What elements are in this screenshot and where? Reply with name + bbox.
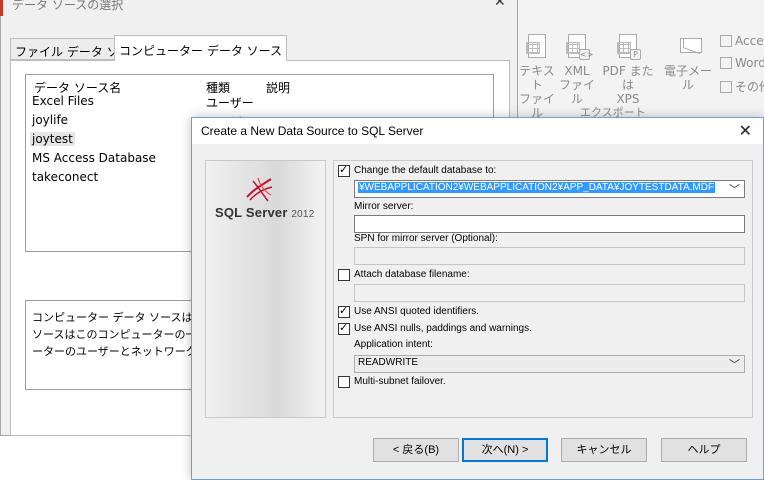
rib-label-top: PDF または bbox=[602, 64, 654, 92]
create-data-source-dialog: Create a New Data Source to SQL Server ✕… bbox=[191, 117, 764, 480]
help-button[interactable]: ヘルプ bbox=[661, 438, 747, 462]
dialog-title-bar: Create a New Data Source to SQL Server ✕ bbox=[192, 118, 763, 144]
list-item-name: joylife bbox=[32, 113, 69, 127]
chevron-down-icon[interactable]: ﹀ bbox=[729, 181, 740, 197]
app-intent-value: READWRITE bbox=[358, 357, 418, 368]
rib-small-label: その他 bbox=[735, 80, 764, 94]
export-other-button[interactable]: その他 bbox=[720, 78, 764, 95]
change-default-db-checkbox[interactable] bbox=[338, 163, 350, 177]
export-word-button[interactable]: Word bbox=[720, 56, 764, 70]
rib-label-top: XML bbox=[564, 64, 590, 78]
export-access-button[interactable]: Acce bbox=[720, 34, 764, 48]
settings-panel: Change the default database to: ¥WEBAPPL… bbox=[333, 160, 753, 418]
list-item-selected[interactable]: joytest bbox=[30, 132, 75, 146]
attach-db-checkbox[interactable] bbox=[338, 269, 350, 281]
attach-db-input[interactable] bbox=[354, 284, 745, 302]
column-header-description[interactable]: 説明 bbox=[266, 79, 290, 96]
back-button[interactable]: < 戻る(B) bbox=[373, 438, 459, 462]
back-dialog-title: データ ソースの選択 bbox=[12, 0, 124, 12]
export-email-button[interactable]: 電子メール bbox=[660, 32, 716, 92]
next-button[interactable]: 次へ(N) > bbox=[462, 438, 548, 462]
ansi-nulls-checkbox[interactable] bbox=[338, 321, 350, 335]
logo-brand: SQL Server bbox=[215, 205, 288, 220]
close-icon[interactable]: ✕ bbox=[739, 121, 752, 140]
list-item[interactable]: takeconect bbox=[32, 170, 98, 184]
change-default-db-label: Change the default database to: bbox=[354, 165, 497, 176]
ansi-quoted-checkbox[interactable] bbox=[338, 304, 350, 318]
dialog-title: Create a New Data Source to SQL Server bbox=[201, 124, 424, 138]
spn-label: SPN for mirror server (Optional): bbox=[354, 233, 498, 244]
xml-file-icon: <> bbox=[564, 32, 593, 62]
sql-server-logo: SQL Server 2012 bbox=[215, 205, 314, 220]
tab-machine-data-source[interactable]: コンピューター データ ソース bbox=[114, 35, 288, 61]
sql-server-logo-panel: SQL Server 2012 bbox=[205, 160, 326, 418]
cancel-button[interactable]: キャンセル bbox=[561, 438, 647, 462]
list-item[interactable]: joylife bbox=[32, 113, 68, 127]
multisubnet-label: Multi-subnet failover. bbox=[354, 376, 446, 387]
logo-version: 2012 bbox=[291, 209, 315, 220]
mirror-server-label: Mirror server: bbox=[354, 201, 414, 212]
chevron-down-icon[interactable]: ﹀ bbox=[729, 356, 740, 372]
list-item-type: ユーザー bbox=[206, 96, 254, 110]
list-item-name: joytest bbox=[32, 132, 73, 146]
app-intent-label: Application intent: bbox=[354, 339, 433, 350]
list-item[interactable]: Excel Files bbox=[32, 94, 94, 108]
multisubnet-checkbox[interactable] bbox=[338, 376, 350, 388]
app-accent-strip bbox=[0, 0, 3, 16]
rib-label-top: テキスト bbox=[519, 64, 555, 92]
list-item-name: Excel Files bbox=[32, 94, 94, 108]
list-item-name: MS Access Database bbox=[32, 151, 156, 165]
text-file-icon bbox=[524, 32, 550, 62]
default-database-value: ¥WEBAPPLICATION2¥WEBAPPLICATION2¥APP_DAT… bbox=[358, 182, 716, 193]
rib-small-label: Acce bbox=[735, 34, 764, 48]
export-xml-file-button[interactable]: <> XML ファイル bbox=[554, 32, 600, 106]
list-item[interactable]: MS Access Database bbox=[32, 151, 156, 165]
rib-label-bottom: ファイル bbox=[558, 78, 595, 106]
list-item-name: takeconect bbox=[32, 170, 99, 184]
rib-small-label: Word bbox=[735, 56, 764, 70]
other-icon bbox=[720, 81, 732, 93]
ansi-quoted-label: Use ANSI quoted identifiers. bbox=[354, 306, 480, 317]
ansi-nulls-label: Use ANSI nulls, paddings and warnings. bbox=[354, 323, 532, 334]
sql-server-logo-icon bbox=[246, 177, 273, 202]
pdf-xps-icon: P bbox=[615, 32, 641, 62]
spn-input[interactable] bbox=[354, 247, 745, 265]
rib-label-top: 電子メール bbox=[663, 64, 712, 92]
back-dialog-close-icon[interactable]: ✕ bbox=[494, 0, 506, 10]
access-icon bbox=[720, 35, 732, 47]
mirror-server-input[interactable] bbox=[354, 215, 745, 233]
attach-db-label: Attach database filename: bbox=[354, 269, 470, 280]
app-intent-select[interactable]: READWRITE ﹀ bbox=[354, 355, 745, 373]
export-pdf-xps-button[interactable]: P PDF または XPS bbox=[600, 32, 656, 106]
rib-label-bottom: ファイル bbox=[518, 92, 555, 120]
email-icon bbox=[675, 32, 702, 62]
default-database-combo[interactable]: ¥WEBAPPLICATION2¥WEBAPPLICATION2¥APP_DAT… bbox=[354, 180, 745, 198]
word-icon bbox=[720, 57, 732, 69]
